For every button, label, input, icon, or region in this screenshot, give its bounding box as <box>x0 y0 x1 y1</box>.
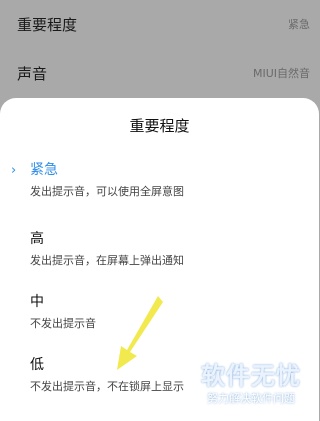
settings-row-label: 声音 <box>17 64 48 83</box>
dialog-title: 重要程度 <box>129 117 190 135</box>
option-title: 紧急 <box>30 162 58 178</box>
settings-row-value: 紧急 <box>288 18 310 31</box>
option-description: 发出提示音，在屏幕上弹出通知 <box>30 254 184 267</box>
option-title: 高 <box>30 231 44 247</box>
settings-row-sound[interactable]: 声音 MIUI自然音 <box>0 49 319 97</box>
option-high[interactable]: 高 发出提示音，在屏幕上弹出通知 <box>0 230 319 296</box>
settings-row-label: 重要程度 <box>17 15 78 34</box>
option-medium[interactable]: 中 不发出提示音 <box>0 293 319 359</box>
option-title: 中 <box>30 294 44 310</box>
option-urgent[interactable]: › 紧急 发出提示音，可以使用全屏意图 <box>0 161 319 227</box>
selected-chevron-icon: › <box>11 163 17 178</box>
watermark: 软件无忧 努力解决软件问题 <box>189 362 313 406</box>
watermark-subtitle: 努力解决软件问题 <box>207 392 295 405</box>
settings-background: 重要程度 紧急 声音 MIUI自然音 <box>0 0 319 100</box>
settings-row-value: MIUI自然音 <box>252 67 310 80</box>
option-description: 发出提示音，可以使用全屏意图 <box>30 185 184 198</box>
watermark-title: 软件无忧 <box>201 362 301 390</box>
settings-row-importance[interactable]: 重要程度 紧急 <box>0 0 319 48</box>
option-description: 不发出提示音 <box>30 317 96 330</box>
